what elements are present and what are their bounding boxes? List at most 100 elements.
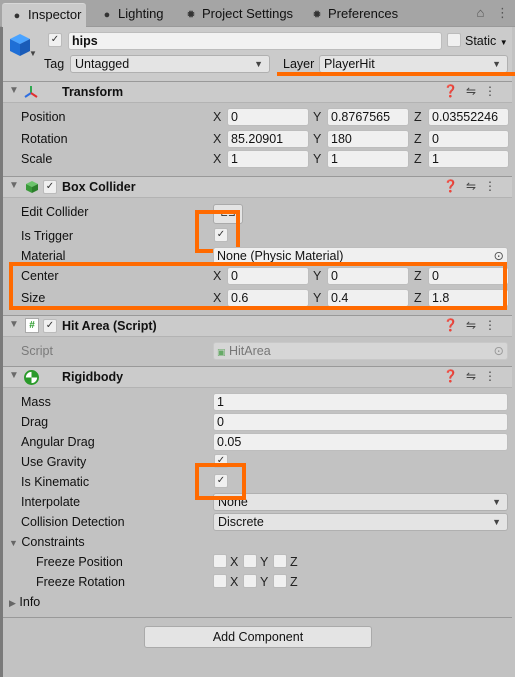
- scale-x-input[interactable]: 1: [227, 150, 309, 168]
- axis-label: Y: [260, 555, 269, 569]
- collision-detection-label: Collision Detection: [21, 515, 125, 529]
- axis-label-x[interactable]: X: [213, 132, 221, 146]
- scale-z-input[interactable]: 1: [428, 150, 509, 168]
- angular-drag-input[interactable]: 0.05: [213, 433, 508, 451]
- layer-dropdown[interactable]: PlayerHit ▼: [319, 55, 508, 73]
- tag-label: Tag: [44, 57, 65, 71]
- rotation-y-input[interactable]: 180: [327, 130, 409, 148]
- icon-dropdown-arrow[interactable]: ▼: [29, 49, 37, 58]
- box-collider-header[interactable]: ▼ ✓ Box Collider ❓⇋⋮: [3, 176, 512, 198]
- layer-label: Layer: [283, 57, 315, 71]
- angular-drag-label: Angular Drag: [21, 435, 95, 449]
- script-icon: ▣: [217, 347, 226, 357]
- axis-label-z[interactable]: Z: [414, 152, 422, 166]
- lock-icon[interactable]: ⌂: [477, 5, 485, 20]
- scale-y-input[interactable]: 1: [327, 150, 409, 168]
- mass-label: Mass: [21, 395, 51, 409]
- is-kinematic-label: Is Kinematic: [21, 475, 90, 489]
- kebab-menu-icon[interactable]: ⋮: [484, 369, 504, 383]
- box-collider-enabled-checkbox[interactable]: ✓: [43, 180, 57, 194]
- static-dropdown-icon: ▼: [499, 38, 508, 47]
- constraints-foldout[interactable]: ▼ Constraints: [9, 535, 85, 549]
- is-kinematic-highlight: [195, 463, 246, 500]
- component-tools: ❓⇋⋮: [443, 84, 504, 98]
- help-icon[interactable]: ❓: [443, 179, 466, 193]
- static-label[interactable]: Static ▼: [465, 34, 508, 48]
- object-picker-icon: ⊙: [493, 344, 504, 358]
- axis-label-y[interactable]: Y: [313, 132, 321, 146]
- hit-area-enabled-checkbox[interactable]: ✓: [43, 319, 57, 333]
- transform-header[interactable]: ▼ Transform ❓⇋⋮: [3, 81, 512, 103]
- static-checkbox[interactable]: [447, 33, 461, 47]
- component-title: Hit Area (Script): [62, 319, 157, 333]
- position-y-input[interactable]: 0.8767565: [327, 108, 409, 126]
- axis-label: X: [230, 575, 239, 589]
- tab-project-settings[interactable]: ✹ Project Settings: [176, 3, 304, 27]
- transform-icon: [24, 86, 38, 98]
- kebab-menu-icon[interactable]: ⋮: [484, 84, 504, 98]
- collision-detection-dropdown[interactable]: Discrete ▼: [213, 513, 508, 531]
- axis-label-x[interactable]: X: [213, 110, 221, 124]
- freeze-rotation-y-checkbox[interactable]: [243, 574, 257, 588]
- script-icon: #: [25, 318, 39, 333]
- freeze-rotation-x-checkbox[interactable]: [213, 574, 227, 588]
- axis-label: Y: [260, 575, 269, 589]
- presets-icon[interactable]: ⇋: [466, 84, 484, 98]
- object-name-input[interactable]: hips: [68, 32, 442, 50]
- drag-input[interactable]: 0: [213, 413, 508, 431]
- bulb-icon: ●: [103, 9, 111, 21]
- tab-preferences[interactable]: ✹ Preferences: [302, 3, 412, 27]
- interpolate-label: Interpolate: [21, 495, 81, 509]
- add-component-button[interactable]: Add Component: [144, 626, 372, 648]
- axis-label-y[interactable]: Y: [313, 152, 321, 166]
- divider: [3, 617, 512, 618]
- tab-lighting[interactable]: ● Lighting: [92, 3, 172, 27]
- interpolate-dropdown[interactable]: None ▼: [213, 493, 508, 511]
- axis-label-z[interactable]: Z: [414, 110, 422, 124]
- edit-collider-label: Edit Collider: [21, 205, 89, 219]
- info-foldout[interactable]: ▶ Info: [9, 595, 40, 609]
- drag-label: Drag: [21, 415, 49, 429]
- presets-icon[interactable]: ⇋: [466, 369, 484, 383]
- layer-highlight: [277, 72, 515, 76]
- help-icon[interactable]: ❓: [443, 84, 466, 98]
- position-x-input[interactable]: 0: [227, 108, 309, 126]
- rotation-z-input[interactable]: 0: [428, 130, 509, 148]
- box-collider-icon: [26, 181, 38, 193]
- position-z-input[interactable]: 0.03552246: [428, 108, 509, 126]
- chevron-down-icon: ▼: [492, 59, 501, 69]
- rotation-x-input[interactable]: 85.20901: [227, 130, 309, 148]
- axis-label-y[interactable]: Y: [313, 110, 321, 124]
- use-gravity-label: Use Gravity: [21, 455, 87, 469]
- mass-input[interactable]: 1: [213, 393, 508, 411]
- kebab-menu-icon[interactable]: ⋮: [484, 179, 504, 193]
- help-icon[interactable]: ❓: [443, 318, 466, 332]
- script-label: Script: [21, 344, 53, 358]
- presets-icon[interactable]: ⇋: [466, 179, 484, 193]
- freeze-position-x-checkbox[interactable]: [213, 554, 227, 568]
- freeze-position-label: Freeze Position: [36, 555, 123, 569]
- tab-inspector[interactable]: ● Inspector: [2, 3, 86, 28]
- rigidbody-header[interactable]: ▼ Rigidbody ❓⇋⋮: [3, 366, 512, 388]
- is-trigger-label: Is Trigger: [21, 229, 74, 243]
- freeze-position-z-checkbox[interactable]: [273, 554, 287, 568]
- axis-label-x[interactable]: X: [213, 152, 221, 166]
- info-icon: ●: [13, 10, 21, 22]
- freeze-rotation-z-checkbox[interactable]: [273, 574, 287, 588]
- active-checkbox[interactable]: ✓: [48, 33, 62, 47]
- material-label: Material: [21, 249, 66, 263]
- tag-dropdown[interactable]: Untagged ▼: [70, 55, 270, 73]
- freeze-position-y-checkbox[interactable]: [243, 554, 257, 568]
- scale-label: Scale: [21, 152, 53, 166]
- axis-label: Z: [290, 555, 298, 569]
- chevron-down-icon: ▼: [492, 517, 501, 527]
- fold-arrow-icon: ▼: [9, 370, 19, 381]
- kebab-menu-icon[interactable]: ⋮: [496, 5, 509, 20]
- axis-label-z[interactable]: Z: [414, 132, 422, 146]
- tab-bar: ● Inspector ● Lighting ✹ Project Settings ✹…: [0, 0, 515, 28]
- component-title: Box Collider: [62, 180, 136, 194]
- help-icon[interactable]: ❓: [443, 369, 466, 383]
- presets-icon[interactable]: ⇋: [466, 318, 484, 332]
- kebab-menu-icon[interactable]: ⋮: [484, 318, 504, 332]
- hit-area-header[interactable]: ▼ # ✓ Hit Area (Script) ❓⇋⋮: [3, 315, 512, 337]
